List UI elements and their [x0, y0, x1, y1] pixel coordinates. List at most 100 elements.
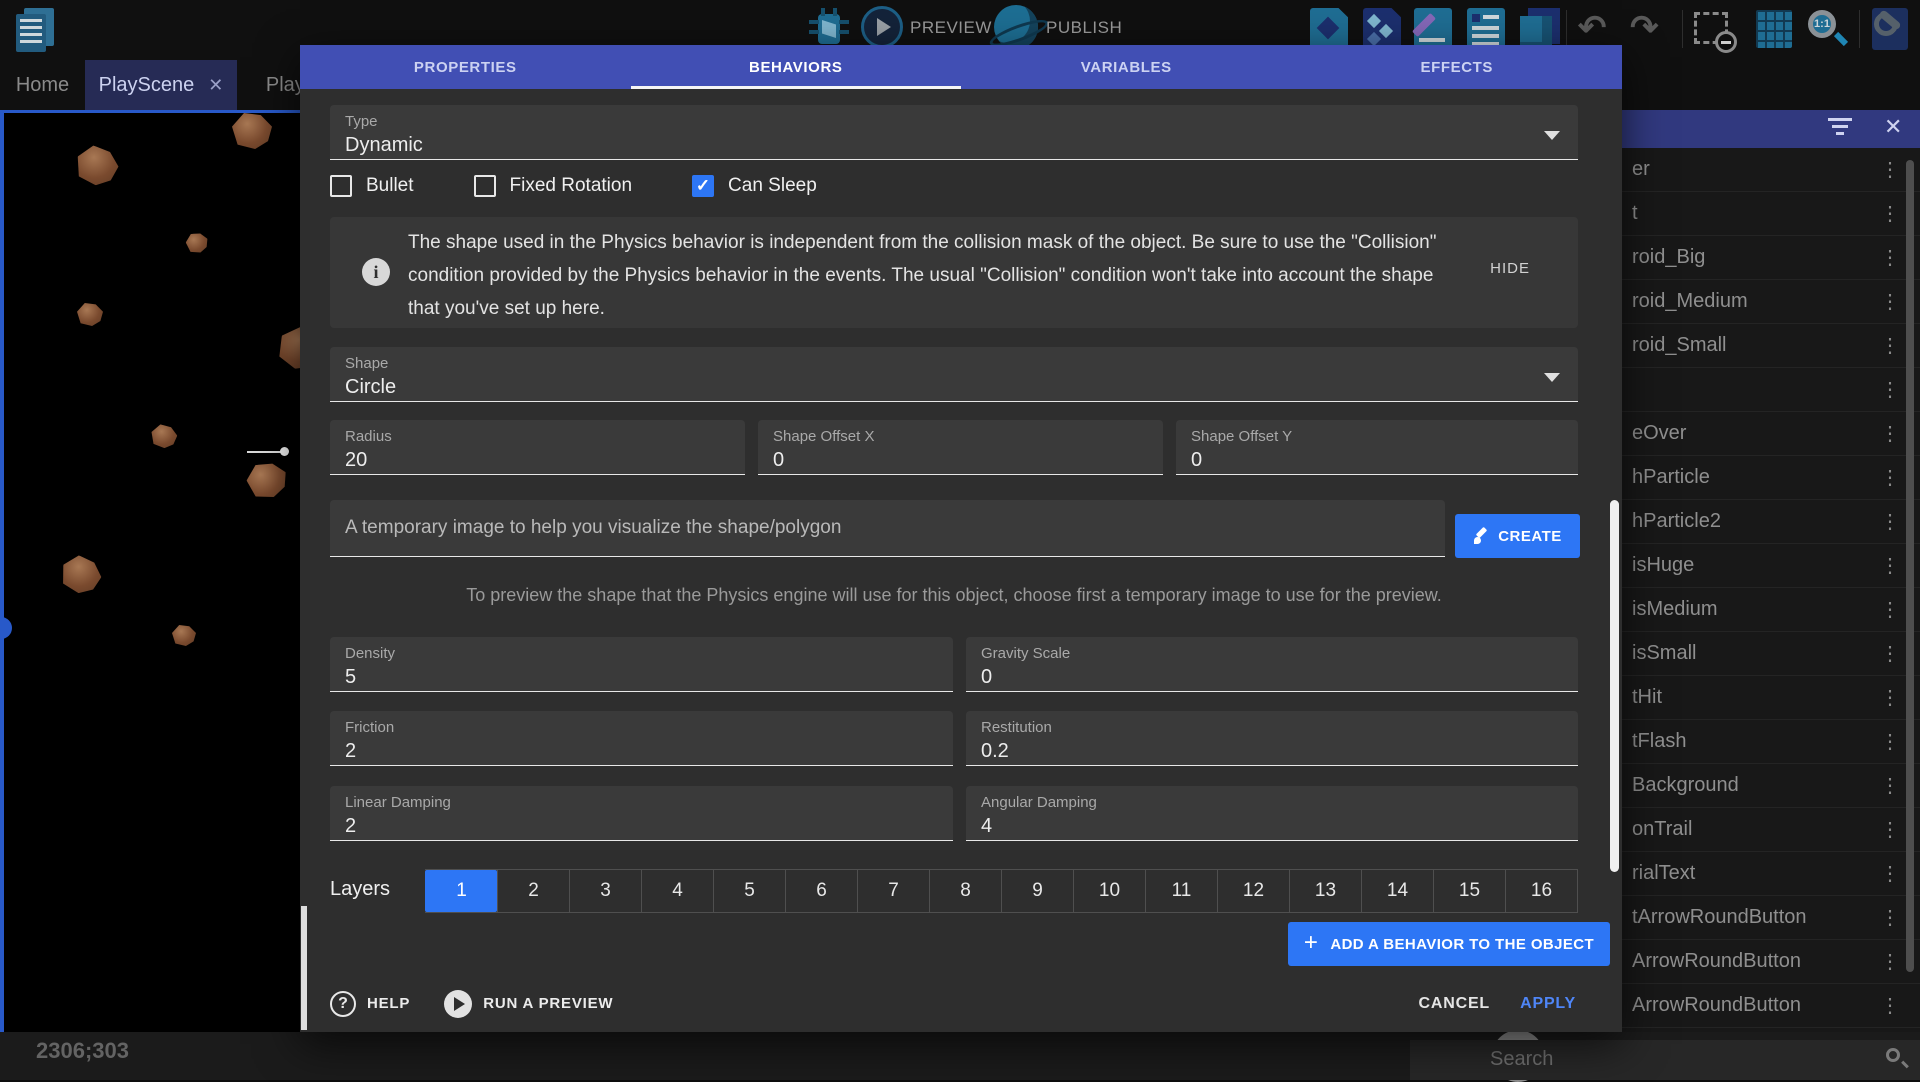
layer-button-5[interactable]: 5	[713, 870, 785, 912]
layer-button-9[interactable]: 9	[1001, 870, 1073, 912]
layer-button-8[interactable]: 8	[929, 870, 1001, 912]
close-tab-icon[interactable]: ✕	[208, 75, 223, 96]
shape-offset-y-field[interactable]: Shape Offset Y 0	[1176, 420, 1578, 475]
objects-scrollbar[interactable]	[1906, 160, 1914, 972]
layer-button-16[interactable]: 16	[1505, 870, 1577, 912]
object-menu-icon[interactable]: ⋮	[1880, 201, 1900, 227]
run-preview-button[interactable]: RUN A PREVIEW	[483, 995, 613, 1012]
tab-playscene[interactable]: PlayScene ✕	[85, 60, 237, 110]
open-object-icon[interactable]	[1310, 8, 1348, 50]
grid-icon[interactable]	[1756, 10, 1792, 48]
scene-canvas[interactable]	[0, 110, 312, 1032]
preview-button[interactable]: PREVIEW	[910, 18, 992, 38]
fixed-rotation-checkbox[interactable]	[474, 175, 496, 197]
layer-button-7[interactable]: 7	[857, 870, 929, 912]
asteroid-sprite[interactable]	[244, 459, 290, 502]
asteroid-sprite[interactable]	[56, 552, 105, 599]
tab-variables[interactable]: VARIABLES	[961, 45, 1292, 89]
object-menu-icon[interactable]: ⋮	[1880, 729, 1900, 755]
project-manager-icon[interactable]	[16, 8, 56, 52]
shape-select[interactable]: Shape Circle	[330, 347, 1578, 402]
run-preview-icon[interactable]	[444, 990, 472, 1018]
dialog-scrollbar[interactable]	[1610, 500, 1619, 872]
density-field[interactable]: Density 5	[330, 637, 953, 692]
scene-edit-pencil-icon[interactable]	[1414, 8, 1452, 50]
object-menu-icon[interactable]: ⋮	[1880, 245, 1900, 271]
object-menu-icon[interactable]: ⋮	[1880, 289, 1900, 315]
asteroid-sprite[interactable]	[150, 423, 179, 449]
layer-button-15[interactable]: 15	[1433, 870, 1505, 912]
object-menu-icon[interactable]: ⋮	[1880, 685, 1900, 711]
create-button[interactable]: CREATE	[1455, 514, 1580, 558]
layer-button-13[interactable]: 13	[1289, 870, 1361, 912]
linear-damping-field[interactable]: Linear Damping 2	[330, 786, 953, 841]
zoom-1-1-icon[interactable]: 1:1	[1806, 8, 1846, 50]
object-menu-icon[interactable]: ⋮	[1880, 421, 1900, 447]
apply-button[interactable]: APPLY	[1520, 995, 1576, 1013]
bullet-checkbox[interactable]	[330, 175, 352, 197]
instance-handle-dot[interactable]	[280, 447, 289, 456]
publish-planet-icon[interactable]	[994, 5, 1038, 49]
layer-button-2[interactable]: 2	[497, 870, 569, 912]
object-menu-icon[interactable]: ⋮	[1880, 157, 1900, 183]
scene-properties-icon[interactable]	[1872, 8, 1908, 50]
angular-damping-field[interactable]: Angular Damping 4	[966, 786, 1578, 841]
search-input[interactable]: Search	[1490, 1048, 1553, 1071]
object-menu-icon[interactable]: ⋮	[1880, 597, 1900, 623]
object-menu-icon[interactable]: ⋮	[1880, 465, 1900, 491]
scene-scrollbar[interactable]	[301, 906, 307, 1030]
object-menu-icon[interactable]: ⋮	[1880, 817, 1900, 843]
close-panel-icon[interactable]: ✕	[1884, 114, 1902, 140]
asteroid-sprite[interactable]	[232, 113, 272, 149]
undo-icon[interactable]: ↶	[1578, 10, 1607, 46]
object-menu-icon[interactable]: ⋮	[1880, 861, 1900, 887]
filter-icon[interactable]	[1828, 118, 1854, 136]
help-icon[interactable]: ?	[330, 991, 356, 1017]
selection-handle[interactable]	[0, 617, 12, 639]
hide-button[interactable]: HIDE	[1490, 260, 1530, 277]
radius-field[interactable]: Radius 20	[330, 420, 745, 475]
asteroid-sprite[interactable]	[172, 625, 196, 646]
object-menu-icon[interactable]: ⋮	[1880, 905, 1900, 931]
tab-behaviors[interactable]: BEHAVIORS	[631, 45, 962, 89]
layer-button-12[interactable]: 12	[1217, 870, 1289, 912]
layer-button-14[interactable]: 14	[1361, 870, 1433, 912]
asteroid-sprite[interactable]	[184, 231, 209, 255]
object-menu-icon[interactable]: ⋮	[1880, 377, 1900, 403]
cancel-button[interactable]: CANCEL	[1419, 995, 1490, 1013]
tab-home[interactable]: Home	[0, 60, 85, 110]
instances-icon[interactable]	[1363, 8, 1401, 50]
asteroid-sprite[interactable]	[72, 142, 122, 189]
friction-field[interactable]: Friction 2	[330, 711, 953, 766]
object-menu-icon[interactable]: ⋮	[1880, 993, 1900, 1019]
clear-selection-icon[interactable]	[1694, 12, 1728, 44]
gravity-scale-field[interactable]: Gravity Scale 0	[966, 637, 1578, 692]
layer-button-6[interactable]: 6	[785, 870, 857, 912]
object-search-bar[interactable]: Search	[1410, 1040, 1920, 1080]
tab-properties[interactable]: PROPERTIES	[300, 45, 631, 89]
object-menu-icon[interactable]: ⋮	[1880, 333, 1900, 359]
type-select[interactable]: Type Dynamic	[330, 105, 1578, 160]
events-sheet-icon[interactable]	[1467, 8, 1505, 50]
help-button[interactable]: HELP	[367, 995, 410, 1012]
object-menu-icon[interactable]: ⋮	[1880, 641, 1900, 667]
layer-button-1[interactable]: 1	[425, 870, 497, 912]
object-menu-icon[interactable]: ⋮	[1880, 949, 1900, 975]
layer-button-10[interactable]: 10	[1073, 870, 1145, 912]
tab-effects[interactable]: EFFECTS	[1292, 45, 1623, 89]
redo-icon[interactable]: ↷	[1630, 10, 1659, 46]
add-behavior-button[interactable]: + ADD A BEHAVIOR TO THE OBJECT	[1288, 922, 1610, 966]
layers-icon[interactable]	[1520, 8, 1558, 50]
can-sleep-checkbox[interactable]: ✓	[692, 175, 714, 197]
layer-button-3[interactable]: 3	[569, 870, 641, 912]
object-menu-icon[interactable]: ⋮	[1880, 553, 1900, 579]
layer-button-11[interactable]: 11	[1145, 870, 1217, 912]
object-menu-icon[interactable]: ⋮	[1880, 773, 1900, 799]
layer-button-4[interactable]: 4	[641, 870, 713, 912]
preview-play-icon[interactable]	[861, 6, 903, 48]
object-menu-icon[interactable]: ⋮	[1880, 509, 1900, 535]
publish-button[interactable]: PUBLISH	[1046, 18, 1122, 38]
temp-image-field[interactable]: A temporary image to help you visualize …	[330, 500, 1445, 557]
restitution-field[interactable]: Restitution 0.2	[966, 711, 1578, 766]
asteroid-sprite[interactable]	[77, 303, 103, 326]
